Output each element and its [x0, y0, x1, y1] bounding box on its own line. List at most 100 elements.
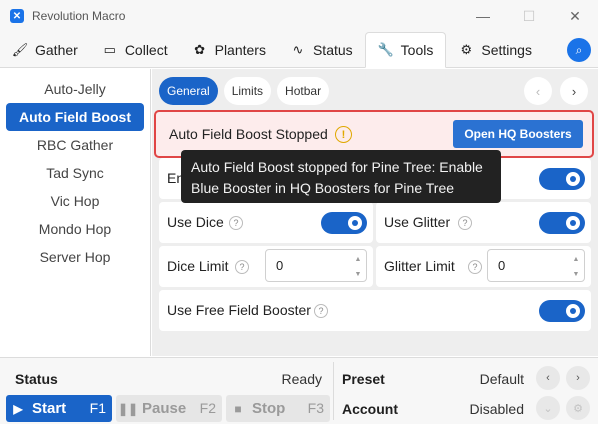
- use-dice-row: Use Dice ?: [159, 202, 373, 243]
- boost-status-text: Auto Field Boost Stopped: [169, 126, 328, 142]
- macro-icon: ✕: [10, 9, 24, 23]
- chevron-left-icon: ‹: [546, 372, 550, 384]
- tab-label: Settings: [481, 41, 532, 58]
- use-dice-toggle[interactable]: [321, 212, 367, 234]
- chevron-left-icon: ‹: [535, 83, 541, 99]
- gear-icon: ⚙: [460, 41, 473, 57]
- ticket-icon: ▭: [103, 41, 116, 57]
- search-button[interactable]: ⌕: [567, 38, 591, 62]
- sidebar-item-auto-field-boost[interactable]: Auto Field Boost: [6, 103, 144, 131]
- help-icon[interactable]: ?: [235, 260, 249, 274]
- preset-panel: Preset Default ‹ › Account Disabled ⌄ ⚙: [334, 362, 592, 420]
- account-dropdown-button[interactable]: ⌄: [536, 396, 560, 420]
- subtab-limits[interactable]: Limits: [223, 77, 272, 105]
- account-label: Account: [342, 401, 398, 417]
- account-settings-button[interactable]: ⚙: [566, 396, 590, 420]
- spin-up-icon[interactable]: ▲: [571, 253, 581, 265]
- glitter-limit-row: Glitter Limit ? ▲ ▼: [376, 246, 591, 287]
- start-button[interactable]: ▶ Start F1: [6, 395, 112, 422]
- sidebar-item-server-hop[interactable]: Server Hop: [6, 243, 144, 271]
- tooltip-line: Blue Booster in HQ Boosters for Pine Tre…: [191, 180, 455, 196]
- help-icon[interactable]: ?: [458, 216, 472, 230]
- tab-gather[interactable]: 🖌 Gather: [0, 32, 90, 67]
- minimize-button[interactable]: —: [460, 0, 506, 32]
- auto-field-boost-panel: General Limits Hotbar ‹ › Auto Field Boo…: [152, 69, 598, 356]
- next-page-button[interactable]: ›: [560, 77, 588, 105]
- page-nav: ‹ ›: [524, 77, 588, 105]
- tooltip-line: Auto Field Boost stopped for Pine Tree: …: [191, 159, 483, 175]
- tab-label: Status: [312, 41, 353, 58]
- tab-label: Collect: [124, 41, 168, 58]
- spin-up-icon[interactable]: ▲: [353, 253, 363, 265]
- maximize-button[interactable]: ☐: [506, 0, 552, 32]
- close-button[interactable]: ✕: [552, 0, 598, 32]
- sub-tabs: General Limits Hotbar: [159, 77, 330, 105]
- dice-limit-input[interactable]: [266, 250, 338, 281]
- pause-hotkey: F2: [199, 400, 216, 416]
- open-hq-boosters-button[interactable]: Open HQ Boosters: [453, 120, 583, 148]
- glitter-limit-input-wrap: ▲ ▼: [487, 249, 585, 282]
- dice-limit-input-wrap: ▲ ▼: [265, 249, 367, 282]
- wrench-icon: 🔧: [377, 42, 394, 57]
- sidebar-item-tad-sync[interactable]: Tad Sync: [6, 159, 144, 187]
- gear-icon: ⚙: [573, 402, 583, 415]
- stop-hotkey: F3: [307, 400, 324, 416]
- pause-label: Pause: [142, 400, 187, 417]
- window-controls: — ☐ ✕: [460, 0, 598, 32]
- glitter-limit-input[interactable]: [488, 250, 560, 281]
- chevron-down-icon: ⌄: [543, 402, 553, 415]
- pulse-icon: ∿: [292, 41, 304, 57]
- start-hotkey: F1: [89, 400, 106, 416]
- free-field-booster-row: Use Free Field Booster ?: [159, 290, 591, 331]
- enable-toggle[interactable]: [539, 168, 585, 190]
- status-value: Ready: [281, 371, 322, 387]
- help-icon[interactable]: ?: [314, 304, 328, 318]
- pause-icon: ❚❚: [117, 401, 139, 416]
- sidebar-item-rbc-gather[interactable]: RBC Gather: [6, 131, 144, 159]
- tab-label: Gather: [35, 41, 78, 58]
- tab-status[interactable]: ∿ Status: [278, 32, 365, 67]
- subtab-general[interactable]: General: [159, 77, 218, 105]
- main-tabs: 🖌 Gather ▭ Collect ✿ Planters ∿ Status 🔧…: [0, 32, 598, 68]
- preset-value: Default: [479, 371, 524, 387]
- tab-planters[interactable]: ✿ Planters: [180, 32, 278, 67]
- play-icon: ▶: [13, 401, 23, 416]
- help-icon[interactable]: ?: [468, 260, 482, 274]
- sidebar-item-auto-jelly[interactable]: Auto-Jelly: [6, 75, 144, 103]
- help-icon[interactable]: ?: [229, 216, 243, 230]
- brush-icon: 🖌: [11, 41, 29, 57]
- stop-label: Stop: [252, 400, 286, 417]
- sidebar-item-vic-hop[interactable]: Vic Hop: [6, 187, 144, 215]
- spin-down-icon[interactable]: ▼: [353, 268, 363, 280]
- preset-next-button[interactable]: ›: [566, 366, 590, 390]
- prev-page-button[interactable]: ‹: [524, 77, 552, 105]
- dice-limit-row: Dice Limit ? ▲ ▼: [159, 246, 373, 287]
- use-glitter-toggle[interactable]: [539, 212, 585, 234]
- warning-icon[interactable]: !: [335, 126, 352, 143]
- title-bar: ✕ Revolution Macro — ☐ ✕: [0, 0, 598, 32]
- spin-down-icon[interactable]: ▼: [571, 268, 581, 280]
- chevron-right-icon: ›: [571, 83, 577, 99]
- tab-label: Tools: [400, 42, 434, 58]
- tab-tools[interactable]: 🔧 Tools: [364, 32, 447, 68]
- glitter-limit-label: Glitter Limit: [384, 258, 455, 274]
- chevron-right-icon: ›: [576, 372, 580, 384]
- tools-sidebar: Auto-Jelly Auto Field Boost RBC Gather T…: [0, 69, 151, 356]
- stop-button[interactable]: ■ Stop F3: [226, 395, 330, 422]
- plant-icon: ✿: [194, 41, 206, 57]
- subtab-hotbar[interactable]: Hotbar: [277, 77, 330, 105]
- preset-label: Preset: [342, 371, 385, 387]
- tab-collect[interactable]: ▭ Collect: [90, 32, 180, 67]
- dice-limit-label: Dice Limit: [167, 258, 229, 274]
- pause-button[interactable]: ❚❚ Pause F2: [116, 395, 222, 422]
- use-glitter-label: Use Glitter: [384, 214, 451, 230]
- preset-prev-button[interactable]: ‹: [536, 366, 560, 390]
- account-value: Disabled: [469, 401, 524, 417]
- start-label: Start: [32, 400, 67, 417]
- free-field-booster-toggle[interactable]: [539, 300, 585, 322]
- use-glitter-row: Use Glitter ?: [376, 202, 591, 243]
- tab-settings[interactable]: ⚙ Settings: [446, 32, 544, 67]
- use-dice-label: Use Dice: [167, 214, 224, 230]
- free-field-booster-label: Use Free Field Booster: [167, 302, 311, 318]
- sidebar-item-mondo-hop[interactable]: Mondo Hop: [6, 215, 144, 243]
